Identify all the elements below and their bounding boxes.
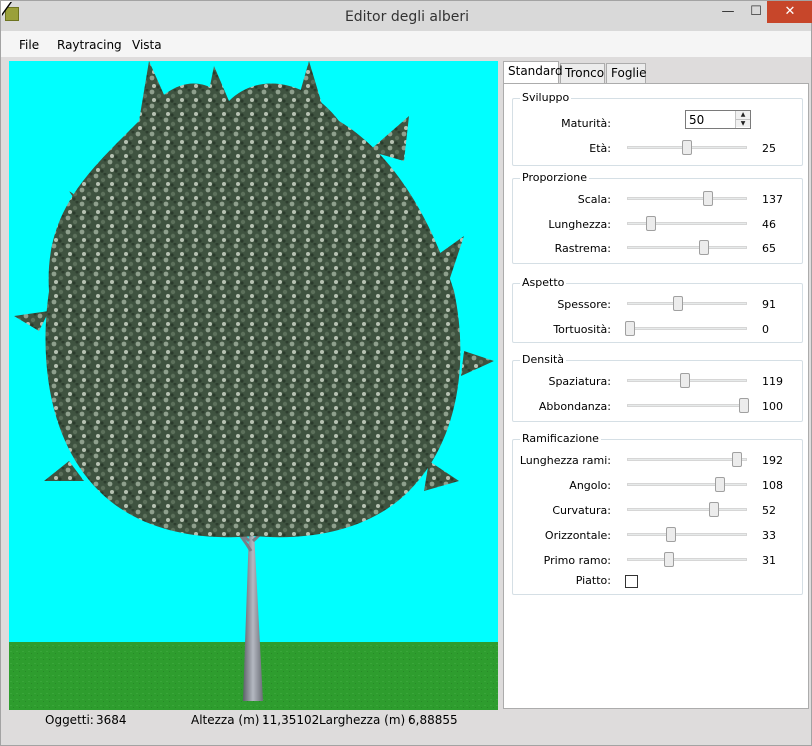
rastrema-slider-thumb[interactable] <box>699 240 709 255</box>
lunghezza-rami-slider-thumb[interactable] <box>732 452 742 467</box>
curvatura-label: Curvatura: <box>552 504 611 517</box>
rastrema-label: Rastrema: <box>554 242 611 255</box>
spaziatura-slider-thumb[interactable] <box>680 373 690 388</box>
maturita-spinner[interactable]: 50 ▲ ▼ <box>685 110 751 129</box>
group-aspetto: Aspetto Spessore: 91 Tortuosità: 0 <box>512 276 803 343</box>
tree-editor-window: Editor degli alberi — ☐ ✕ File Raytracin… <box>0 0 812 746</box>
angolo-value: 108 <box>762 479 783 492</box>
orizzontale-slider-thumb[interactable] <box>666 527 676 542</box>
menu-raytracing[interactable]: Raytracing <box>57 38 122 52</box>
group-title-ramificazione: Ramificazione <box>520 432 601 445</box>
primo-ramo-value: 31 <box>762 554 776 567</box>
tortuosita-label: Tortuosità: <box>553 323 611 336</box>
group-title-proporzione: Proporzione <box>520 171 589 184</box>
minimize-button[interactable]: — <box>714 1 742 23</box>
angolo-slider-thumb[interactable] <box>715 477 725 492</box>
angolo-slider[interactable] <box>625 477 749 492</box>
maturita-value[interactable]: 50 <box>689 113 704 127</box>
maturita-spinner-arrows[interactable]: ▲ ▼ <box>735 111 750 128</box>
height-label: Altezza (m) : <box>191 713 268 727</box>
group-title-densita: Densità <box>520 353 567 366</box>
group-sviluppo: Sviluppo Maturità: 50 ▲ ▼ Età: 25 <box>512 91 803 166</box>
rastrema-slider[interactable] <box>625 240 749 255</box>
orizzontale-slider[interactable] <box>625 527 749 542</box>
tree-foliage <box>14 61 494 538</box>
scala-slider-thumb[interactable] <box>703 191 713 206</box>
spessore-slider-thumb[interactable] <box>673 296 683 311</box>
lunghezza-slider[interactable] <box>625 216 749 231</box>
lunghezza-rami-label: Lunghezza rami: <box>519 454 611 467</box>
abbondanza-value: 100 <box>762 400 783 413</box>
eta-label: Età: <box>589 142 611 155</box>
objects-label: Oggetti: <box>45 713 94 727</box>
scala-label: Scala: <box>577 193 611 206</box>
lunghezza-slider-thumb[interactable] <box>646 216 656 231</box>
width-label: Larghezza (m) : <box>319 713 414 727</box>
close-button[interactable]: ✕ <box>767 1 812 23</box>
group-title-aspetto: Aspetto <box>520 276 567 289</box>
spaziatura-label: Spaziatura: <box>548 375 611 388</box>
spinner-up-icon[interactable]: ▲ <box>736 111 750 119</box>
status-bar: Oggetti: 3684 Altezza (m) : 11,35102 Lar… <box>1 710 811 746</box>
scala-value: 137 <box>762 193 783 206</box>
group-densita: Densità Spaziatura: 119 Abbondanza: 100 <box>512 353 803 422</box>
eta-slider-thumb[interactable] <box>682 140 692 155</box>
orizzontale-label: Orizzontale: <box>544 529 611 542</box>
menu-file[interactable]: File <box>19 38 39 52</box>
spinner-down-icon[interactable]: ▼ <box>736 119 750 127</box>
spessore-label: Spessore: <box>557 298 611 311</box>
window-title: Editor degli alberi <box>344 9 470 25</box>
eta-value: 25 <box>762 142 776 155</box>
spaziatura-value: 119 <box>762 375 783 388</box>
menu-vista[interactable]: Vista <box>132 38 162 52</box>
lunghezza-value: 46 <box>762 218 776 231</box>
spessore-value: 91 <box>762 298 776 311</box>
spessore-slider[interactable] <box>625 296 749 311</box>
tab-tronco[interactable]: Tronco <box>560 63 605 83</box>
curvatura-slider[interactable] <box>625 502 749 517</box>
curvatura-value: 52 <box>762 504 776 517</box>
spaziatura-slider[interactable] <box>625 373 749 388</box>
scala-slider[interactable] <box>625 191 749 206</box>
maturita-label: Maturità: <box>561 117 611 130</box>
tab-foglie[interactable]: Foglie <box>606 63 646 83</box>
angolo-label: Angolo: <box>569 479 611 492</box>
orizzontale-value: 33 <box>762 529 776 542</box>
piatto-checkbox[interactable] <box>625 575 638 588</box>
lunghezza-rami-value: 192 <box>762 454 783 467</box>
tortuosita-value: 0 <box>762 323 769 336</box>
title-bar[interactable]: Editor degli alberi — ☐ ✕ <box>1 1 812 31</box>
tree-render <box>9 61 498 710</box>
abbondanza-slider-thumb[interactable] <box>739 398 749 413</box>
rastrema-value: 65 <box>762 242 776 255</box>
height-value: 11,35102 <box>262 713 320 727</box>
tortuosita-slider[interactable] <box>625 321 749 336</box>
objects-value: 3684 <box>96 713 127 727</box>
eta-slider[interactable] <box>625 140 749 155</box>
group-title-sviluppo: Sviluppo <box>520 91 572 104</box>
maximize-button[interactable]: ☐ <box>742 1 770 23</box>
tree-render-viewport[interactable] <box>9 61 498 710</box>
lunghezza-label: Lunghezza: <box>548 218 611 231</box>
abbondanza-label: Abbondanza: <box>538 400 611 413</box>
standard-tab-panel: Sviluppo Maturità: 50 ▲ ▼ Età: 25 Propor… <box>503 83 809 709</box>
tree-trunk <box>243 531 263 701</box>
primo-ramo-slider-thumb[interactable] <box>664 552 674 567</box>
group-proporzione: Proporzione Scala: 137 Lunghezza: 46 Ras… <box>512 171 803 264</box>
primo-ramo-label: Primo ramo: <box>543 554 611 567</box>
group-ramificazione: Ramificazione Lunghezza rami: 192 Angolo… <box>512 432 803 595</box>
piatto-label: Piatto: <box>575 574 611 587</box>
tab-standard[interactable]: Standard <box>503 61 563 83</box>
tortuosita-slider-thumb[interactable] <box>625 321 635 336</box>
curvatura-slider-thumb[interactable] <box>709 502 719 517</box>
width-value: 6,88855 <box>408 713 458 727</box>
menu-bar: File Raytracing Vista <box>1 31 811 57</box>
lunghezza-rami-slider[interactable] <box>625 452 749 467</box>
abbondanza-slider[interactable] <box>625 398 749 413</box>
primo-ramo-slider[interactable] <box>625 552 749 567</box>
